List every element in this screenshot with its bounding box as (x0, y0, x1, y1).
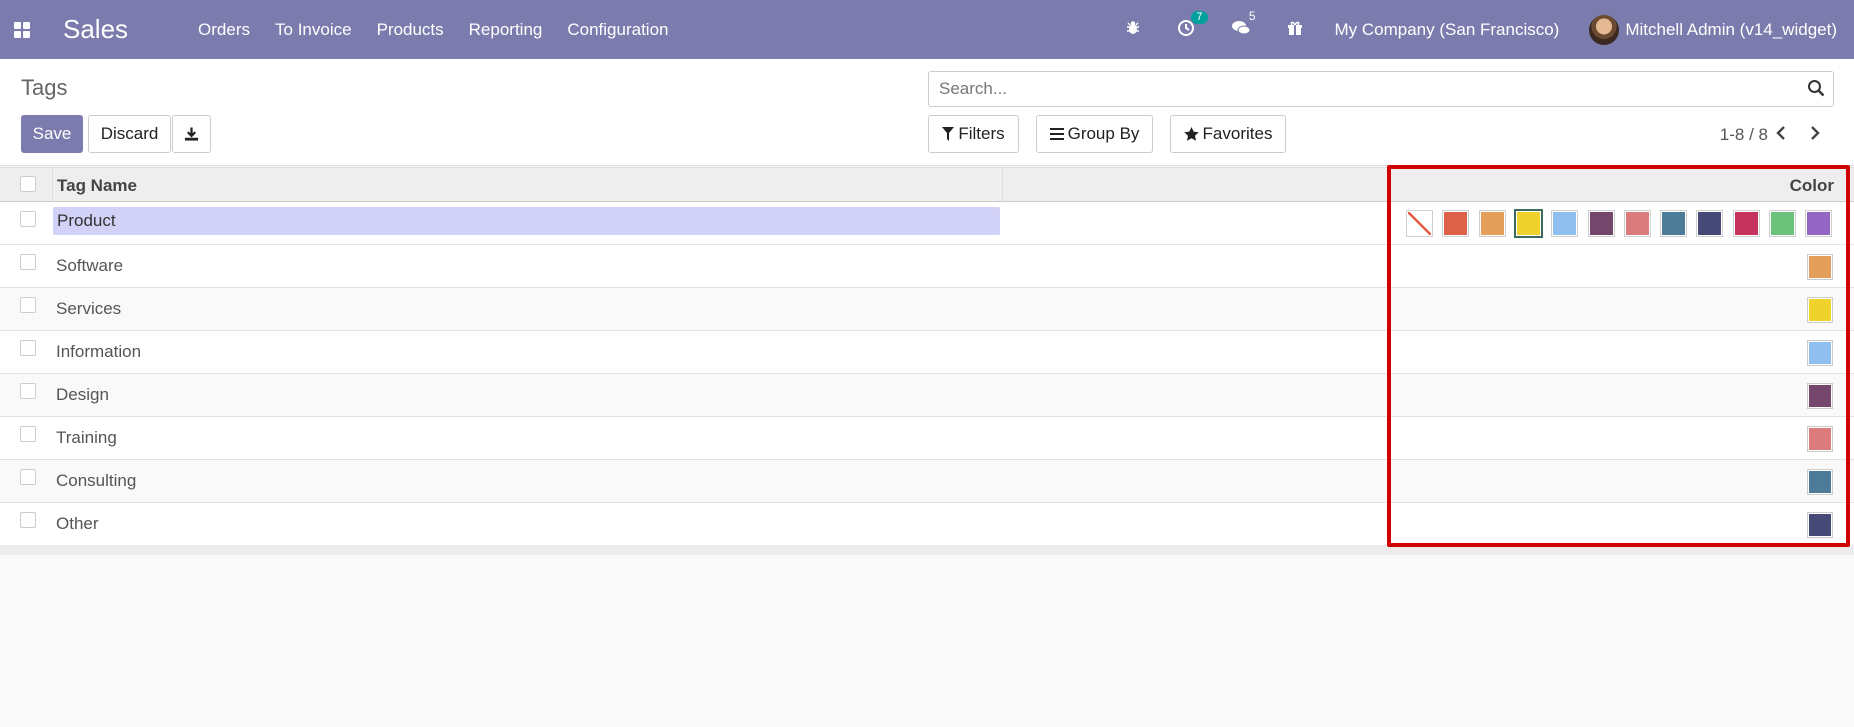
color-swatch[interactable] (1515, 211, 1541, 236)
menu-products[interactable]: Products (377, 20, 444, 40)
color-swatch[interactable] (1808, 341, 1832, 365)
favorites-label: Favorites (1202, 124, 1273, 143)
top-navbar: Sales Orders To Invoice Products Reporti… (0, 0, 1854, 59)
activity-clock-icon[interactable]: 7 (1177, 11, 1208, 40)
column-divider (1387, 168, 1388, 202)
tag-name-cell: Other (56, 514, 99, 533)
group-by-button[interactable]: Group By (1036, 115, 1153, 153)
row-checkbox[interactable] (20, 297, 36, 313)
column-header-color[interactable]: Color (1790, 176, 1834, 196)
color-swatch[interactable] (1443, 211, 1469, 236)
color-swatch-none[interactable] (1407, 211, 1432, 236)
search-icon[interactable] (1807, 79, 1825, 97)
column-divider (1002, 168, 1003, 202)
color-swatch[interactable] (1808, 298, 1832, 322)
messages-badge: 5 (1248, 9, 1256, 23)
star-icon (1183, 127, 1199, 141)
page-title: Tags (21, 75, 68, 100)
row-checkbox[interactable] (20, 254, 36, 270)
table-row[interactable]: Consulting (0, 460, 1854, 503)
apps-menu-icon[interactable] (14, 21, 30, 38)
tag-name-cell: Software (56, 256, 124, 275)
tags-list-table: Tag Name Color Software Services Informati… (0, 167, 1854, 546)
table-row[interactable]: Other (0, 503, 1854, 546)
discard-button[interactable]: Discard (88, 115, 171, 153)
color-swatch[interactable] (1588, 211, 1614, 236)
filters-button[interactable]: Filters (928, 115, 1019, 153)
debug-bug-icon[interactable] (1125, 20, 1141, 39)
color-swatch[interactable] (1552, 211, 1578, 236)
user-menu[interactable]: Mitchell Admin (v14_widget) (1589, 14, 1837, 45)
export-download-button[interactable] (172, 115, 211, 153)
user-name: Mitchell Admin (v14_widget) (1625, 19, 1837, 39)
tag-name-cell: Design (56, 385, 109, 404)
pager-previous-icon[interactable] (1771, 123, 1791, 143)
save-button[interactable]: Save (21, 115, 83, 153)
select-all-checkbox[interactable] (20, 176, 36, 192)
table-row[interactable]: Design (0, 374, 1854, 417)
company-switcher[interactable]: My Company (San Francisco) (1335, 20, 1560, 40)
row-checkbox[interactable] (20, 469, 36, 485)
gift-icon[interactable] (1287, 20, 1303, 39)
app-brand[interactable]: Sales (63, 14, 128, 45)
row-checkbox[interactable] (20, 426, 36, 442)
color-swatch[interactable] (1808, 470, 1832, 494)
color-swatch[interactable] (1808, 384, 1832, 408)
tag-name-cell: Information (56, 342, 142, 361)
table-header: Tag Name Color (0, 167, 1854, 202)
color-swatch[interactable] (1808, 255, 1832, 279)
tag-name-cell: Services (56, 299, 122, 318)
main-menu: Orders To Invoice Products Reporting Con… (198, 20, 693, 40)
color-swatch[interactable] (1806, 211, 1832, 236)
search-bar (928, 71, 1834, 107)
avatar (1589, 14, 1620, 45)
menu-configuration[interactable]: Configuration (567, 20, 668, 40)
color-swatch[interactable] (1733, 211, 1759, 236)
table-row[interactable]: Information (0, 331, 1854, 374)
list-footer (0, 545, 1854, 555)
pager-value[interactable]: 1-8 / 8 (1720, 125, 1768, 145)
table-row-editing[interactable] (0, 202, 1854, 245)
color-swatch[interactable] (1808, 513, 1832, 537)
row-checkbox[interactable] (20, 340, 36, 356)
favorites-button[interactable]: Favorites (1170, 115, 1286, 153)
filters-label: Filters (958, 124, 1005, 143)
filter-funnel-icon (942, 127, 955, 141)
table-row[interactable]: Services (0, 288, 1854, 331)
color-swatch[interactable] (1479, 211, 1505, 236)
tag-name-cell: Consulting (56, 471, 137, 490)
row-checkbox[interactable] (20, 211, 36, 227)
menu-orders[interactable]: Orders (198, 20, 250, 40)
row-checkbox[interactable] (20, 383, 36, 399)
color-swatch[interactable] (1808, 427, 1832, 451)
menu-reporting[interactable]: Reporting (469, 20, 543, 40)
table-row[interactable]: Software (0, 245, 1854, 288)
tag-name-input[interactable] (53, 207, 1000, 235)
download-icon (184, 127, 199, 141)
tag-name-cell: Training (56, 428, 117, 447)
messages-chat-icon[interactable]: 5 (1231, 10, 1256, 40)
activity-badge: 7 (1191, 11, 1208, 24)
column-header-tag-name[interactable]: Tag Name (57, 176, 137, 196)
search-input[interactable] (929, 72, 1779, 106)
list-bars-icon (1049, 128, 1064, 140)
table-row[interactable]: Training (0, 417, 1854, 460)
pager-next-icon[interactable] (1805, 123, 1825, 143)
group-by-label: Group By (1067, 124, 1140, 143)
menu-to-invoice[interactable]: To Invoice (275, 20, 352, 40)
color-swatch[interactable] (1697, 211, 1723, 236)
table-body: Software Services Information Design Trainin… (0, 202, 1854, 546)
color-swatch[interactable] (1624, 211, 1650, 236)
row-checkbox[interactable] (20, 512, 36, 528)
control-panel: Tags Save Discard Filters Group By Favor… (0, 59, 1854, 166)
color-swatch[interactable] (1661, 211, 1687, 236)
column-divider (52, 168, 53, 202)
color-swatch[interactable] (1770, 211, 1795, 236)
systray: 7 5 My Company (San Francisco) Mitchell … (1107, 0, 1854, 59)
